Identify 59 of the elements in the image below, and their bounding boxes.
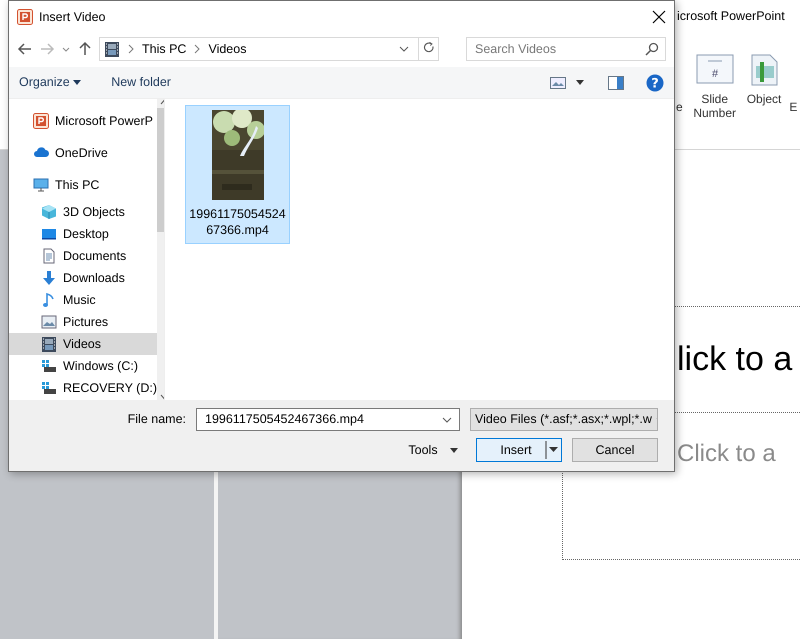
download-icon bbox=[41, 270, 57, 286]
nav-item[interactable]: Documents bbox=[9, 245, 158, 267]
drive-icon bbox=[41, 358, 57, 374]
help-icon[interactable]: ? bbox=[646, 74, 664, 92]
nav-item[interactable]: This PC bbox=[9, 169, 158, 201]
powerpoint-icon bbox=[17, 9, 33, 25]
nav-item[interactable]: 3D Objects bbox=[9, 201, 158, 223]
breadcrumb-item[interactable]: This PC bbox=[142, 40, 186, 58]
back-icon[interactable] bbox=[17, 41, 33, 57]
new-folder-button[interactable]: New folder bbox=[111, 73, 171, 92]
file-name-combo[interactable]: 1996117505452467366.mp4 bbox=[196, 408, 460, 431]
ribbon-label[interactable]: E bbox=[789, 54, 798, 116]
tools-button[interactable]: Tools bbox=[400, 438, 466, 462]
chevron-right-icon bbox=[194, 44, 200, 54]
file-name: 1996117505452467366.mp4 bbox=[188, 206, 287, 238]
ribbon-label[interactable]: e bbox=[676, 54, 683, 116]
organize-button[interactable]: Organize bbox=[19, 73, 82, 92]
dialog-title: Insert Video bbox=[39, 8, 106, 26]
nav-item[interactable]: Desktop bbox=[9, 223, 158, 245]
picture-icon bbox=[41, 314, 57, 330]
video-folder-icon bbox=[104, 40, 120, 58]
video-folder-icon bbox=[41, 336, 57, 352]
nav-item[interactable]: Microsoft PowerP bbox=[9, 105, 158, 137]
caret-icon bbox=[545, 441, 559, 459]
object-button[interactable]: Object bbox=[746, 54, 782, 106]
nav-item[interactable]: Windows (C:) bbox=[9, 355, 158, 377]
nav-item[interactable]: Downloads bbox=[9, 267, 158, 289]
caret-icon bbox=[450, 448, 458, 452]
slide-number-button[interactable]: # Slide Number bbox=[690, 54, 739, 121]
nav-item[interactable]: Pictures bbox=[9, 311, 158, 333]
nav-item[interactable]: Music bbox=[9, 289, 158, 311]
chevron-right-icon bbox=[128, 44, 134, 54]
nav-item[interactable]: OneDrive bbox=[9, 137, 158, 169]
title-placeholder[interactable]: lick to a bbox=[677, 339, 792, 380]
cube-icon bbox=[41, 204, 57, 220]
view-icon[interactable] bbox=[550, 76, 566, 88]
window-title: icrosoft PowerPoint bbox=[677, 8, 785, 25]
nav-item[interactable]: RECOVERY (D:) bbox=[9, 377, 158, 399]
search-icon bbox=[645, 42, 659, 56]
file-name-field[interactable]: 1996117505452467366.mp4 bbox=[203, 409, 441, 430]
file-name-label: File name: bbox=[128, 411, 186, 428]
insert-button[interactable]: Insert bbox=[476, 438, 562, 462]
nav-item[interactable]: Videos bbox=[9, 333, 158, 355]
caret-icon bbox=[73, 80, 82, 86]
file-tile[interactable]: 1996117505452467366.mp4 bbox=[185, 105, 290, 244]
computer-icon bbox=[33, 176, 49, 194]
powerpoint-icon bbox=[33, 112, 49, 130]
drive-icon bbox=[41, 380, 57, 396]
cancel-button[interactable]: Cancel bbox=[572, 438, 658, 462]
breadcrumb-item[interactable]: Videos bbox=[208, 40, 246, 58]
caret-icon[interactable] bbox=[576, 80, 584, 85]
close-icon bbox=[652, 10, 666, 24]
file-type-dropdown[interactable]: Video Files (*.asf;*.asx;*.wpl;*.w bbox=[470, 408, 658, 431]
address-bar[interactable]: This PC Videos bbox=[99, 37, 439, 61]
slide-number-icon: # bbox=[696, 54, 734, 86]
preview-pane-icon[interactable] bbox=[608, 76, 624, 90]
search-box[interactable]: Search Videos bbox=[466, 37, 666, 61]
document-icon bbox=[41, 248, 57, 264]
up-icon[interactable] bbox=[77, 41, 93, 57]
